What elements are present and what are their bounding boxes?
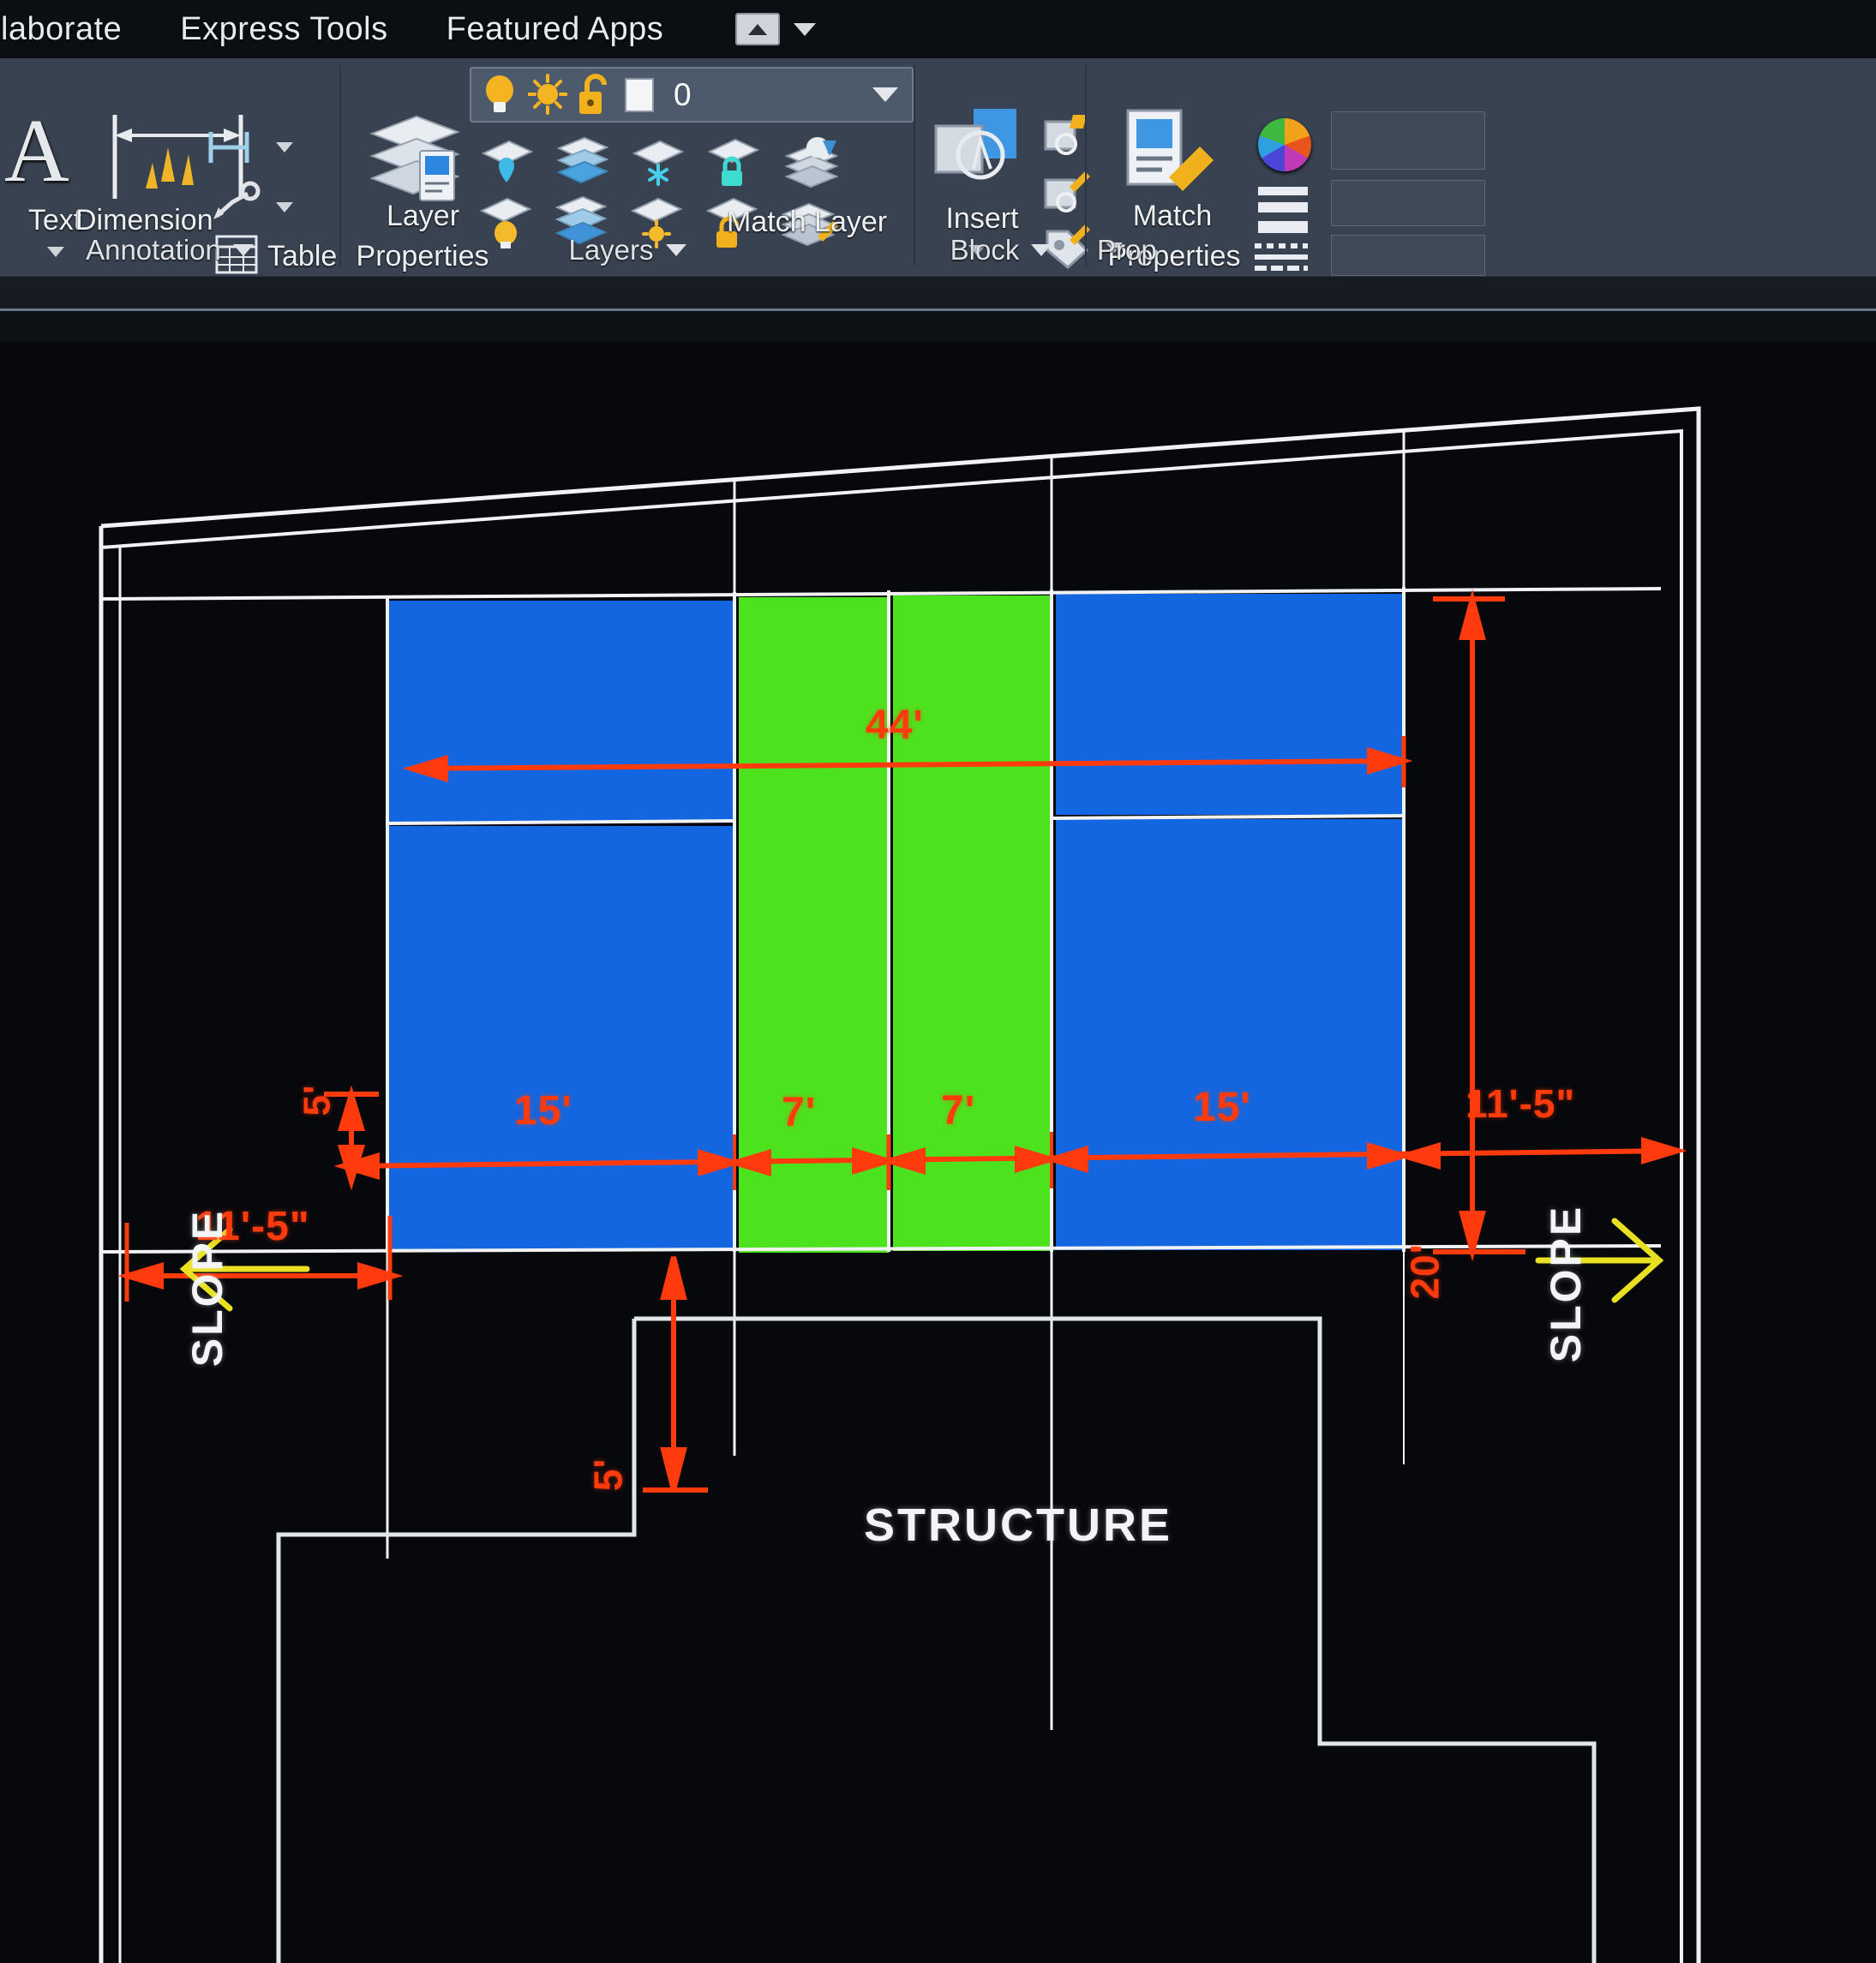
dimension-label-seg-7-right: 7': [941, 1088, 976, 1134]
dimension-label-seg-15-left: 15': [514, 1088, 572, 1134]
dimension-label-seg-7-left: 7': [782, 1090, 817, 1135]
leader-icon[interactable]: [210, 178, 261, 221]
structure-label: STRUCTURE: [864, 1499, 1172, 1551]
layer-lock-icon[interactable]: [704, 136, 763, 188]
slab-blue-upper-left: [387, 601, 734, 822]
match-properties-icon[interactable]: [1121, 105, 1224, 200]
dimension-label-bottom-5: 5': [585, 1457, 631, 1492]
dimension-label-left-vertical-5: 5': [296, 1084, 339, 1116]
slope-label-left: SLOPE: [183, 1208, 232, 1368]
ribbon-panel-layers: Layer Properties 0 Match Layer Layers: [341, 58, 914, 277]
structure-outline: [276, 1316, 1597, 1963]
chevron-down-icon[interactable]: [276, 202, 293, 212]
layer-color-swatch-icon: [625, 77, 654, 112]
ribbon-panel-properties: Match Properties Prop: [1087, 58, 1876, 277]
chevron-down-icon[interactable]: [232, 244, 254, 256]
dimension-label-seg-11-5-right: 11'-5": [1465, 1081, 1576, 1126]
block-panel-title[interactable]: Block: [915, 234, 1087, 266]
layer-unisolate-icon[interactable]: [554, 136, 612, 188]
layer-properties-icon[interactable]: [367, 111, 468, 206]
dimension-button-label[interactable]: Dimension: [75, 204, 213, 237]
multileader-icon[interactable]: [206, 125, 266, 170]
tab-featured-apps[interactable]: Featured Apps: [417, 11, 693, 48]
ribbon-bottom-strip: [0, 277, 1876, 311]
current-layer-value: 0: [674, 76, 692, 112]
drawing-canvas[interactable]: 44' 5' 15' 7' 7' 15' 11'-5" 11'-5" 20' 5…: [0, 342, 1876, 1963]
tab-collaborate[interactable]: llaborate: [0, 11, 151, 48]
ribbon: A Text Dimension Table Annotation Layer …: [0, 58, 1876, 277]
layer-tools-row-1: [478, 135, 843, 189]
drawing-area-top-edge: [0, 311, 1876, 342]
ribbon-panel-annotation: A Text Dimension Table Annotation: [0, 58, 339, 277]
dimension-label-seg-15-right: 15': [1193, 1085, 1251, 1130]
slab-blue-lower-left: [387, 826, 734, 1250]
ribbon-tab-bar: llaborate Express Tools Featured Apps: [0, 0, 1876, 58]
layer-isolate-icon[interactable]: [478, 136, 536, 188]
lightbulb-on-icon[interactable]: [480, 73, 519, 117]
unlock-padlock-icon[interactable]: [576, 73, 614, 117]
insert-button-label[interactable]: Insert: [922, 202, 1042, 236]
chevron-down-icon[interactable]: [1031, 244, 1052, 256]
object-color-icon[interactable]: [1258, 118, 1311, 171]
dimension-label-overall-44: 44': [866, 703, 924, 748]
ribbon-panel-block: Insert Block: [915, 58, 1123, 277]
text-style-icon[interactable]: A: [4, 105, 69, 195]
layer-control-combobox[interactable]: 0: [470, 67, 914, 123]
lineweight-control-field[interactable]: [1331, 180, 1485, 226]
insert-block-icon[interactable]: [931, 105, 1034, 195]
color-control-field[interactable]: [1331, 111, 1485, 170]
layer-freeze-icon[interactable]: [629, 136, 687, 188]
annotation-panel-title[interactable]: Annotation: [0, 234, 339, 266]
properties-panel-title[interactable]: Prop: [1087, 234, 1876, 266]
layer-make-current-icon[interactable]: [780, 135, 843, 189]
tab-express-tools[interactable]: Express Tools: [151, 11, 417, 48]
cad-drawing: [99, 406, 1701, 1963]
lineweight-icon[interactable]: [1256, 185, 1310, 235]
thaw-sun-icon[interactable]: [528, 73, 567, 117]
slope-label-right: SLOPE: [1542, 1204, 1591, 1363]
layers-panel-title[interactable]: Layers: [341, 234, 914, 266]
chevron-down-icon[interactable]: [872, 87, 898, 102]
match-label[interactable]: Match: [1087, 200, 1258, 233]
slab-blue-upper-right: [1056, 594, 1404, 815]
chevron-down-icon[interactable]: [794, 22, 817, 36]
slab-blue-lower-right: [1056, 819, 1404, 1250]
dimension-label-right-height-20: 20': [1402, 1243, 1447, 1300]
chevron-down-icon[interactable]: [665, 244, 686, 256]
chevron-down-icon[interactable]: [276, 142, 293, 153]
collapse-ribbon-icon[interactable]: [735, 13, 781, 45]
layer-properties-label-line1[interactable]: Layer: [348, 200, 498, 233]
